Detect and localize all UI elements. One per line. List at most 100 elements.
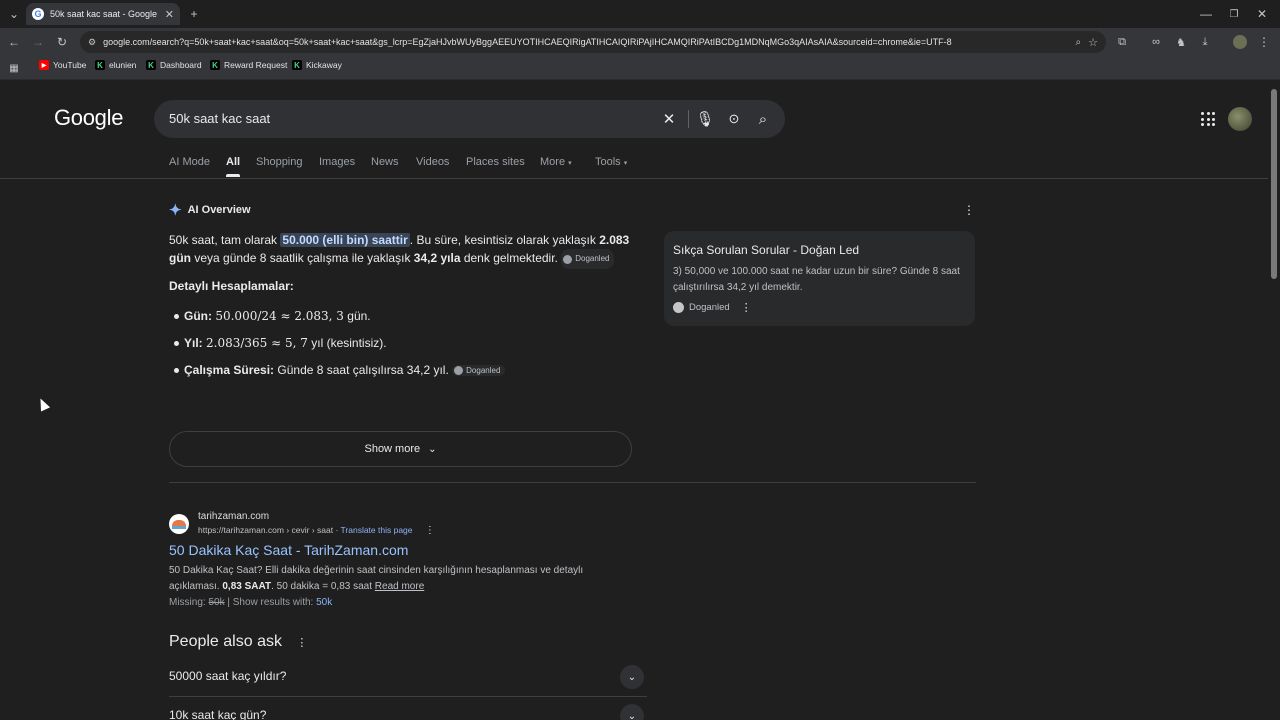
missing-label: Missing: bbox=[169, 597, 206, 608]
zoom-icon[interactable]: ⌕ bbox=[1076, 37, 1082, 48]
result-menu-icon[interactable]: ⋮ bbox=[425, 525, 435, 536]
tab-shopping[interactable]: Shopping bbox=[256, 156, 303, 168]
chevron-down-icon[interactable]: ⌄ bbox=[620, 704, 644, 720]
tab-more[interactable]: More ▾ bbox=[540, 156, 572, 168]
source-favicon-icon bbox=[673, 302, 684, 313]
paa-question-label: 50000 saat kaç yıldır? bbox=[169, 669, 287, 683]
source-card-title[interactable]: Sıkça Sorulan Sorular - Doğan Led bbox=[673, 243, 859, 257]
bullet-dot bbox=[174, 341, 179, 347]
back-icon[interactable]: ← bbox=[4, 32, 24, 52]
bullet-label: Yıl: bbox=[184, 336, 203, 350]
bullet-text: yıl (kesintisiz). bbox=[307, 336, 387, 350]
restore-icon[interactable]: ❐ bbox=[1224, 4, 1244, 24]
source-card-site: Doganled bbox=[689, 302, 730, 313]
source-favicon-icon bbox=[563, 254, 573, 264]
reload-icon[interactable]: ↻ bbox=[52, 32, 72, 52]
result-site-name[interactable]: tarihzaman.com bbox=[198, 511, 269, 522]
close-window-icon[interactable]: ✕ bbox=[1252, 4, 1272, 24]
show-more-button[interactable]: Show more ⌄ bbox=[169, 431, 632, 467]
paa-question[interactable]: 10k saat kaç gün? ⌄ bbox=[169, 698, 647, 720]
caret-down-icon: ▾ bbox=[623, 160, 628, 167]
bookmark-label: Reward Request bbox=[224, 60, 288, 70]
lens-camera-icon[interactable]: ⊙ bbox=[724, 109, 744, 129]
clear-icon[interactable]: ✕ bbox=[659, 109, 679, 129]
tab-images[interactable]: Images bbox=[319, 156, 355, 168]
missing-term: 50k bbox=[208, 597, 225, 608]
summary-highlight: 50.000 (elli bin) saattir bbox=[280, 233, 410, 247]
bookmark-dashboard[interactable]: K Dashboard bbox=[146, 60, 202, 70]
tab-all[interactable]: All bbox=[226, 156, 241, 177]
bullet-dot bbox=[174, 368, 179, 374]
bullet-math: 2.083/365 ≈ 5, 7 bbox=[206, 336, 308, 350]
sparkle-icon: ✦ bbox=[169, 202, 182, 219]
bookmark-star-icon[interactable]: ☆ bbox=[1088, 36, 1098, 49]
k-icon: K bbox=[292, 60, 302, 70]
source-card-snippet: 3) 50,000 ve 100.000 saat ne kadar uzun … bbox=[673, 266, 960, 293]
source-chip[interactable]: Doganled bbox=[561, 249, 615, 269]
show-results-with-link[interactable]: 50k bbox=[316, 597, 332, 608]
tab-places-sites[interactable]: Places sites bbox=[466, 156, 525, 168]
google-favicon-icon: G bbox=[32, 8, 44, 20]
bookmark-label: elunien bbox=[109, 60, 137, 70]
read-more-link[interactable]: Read more bbox=[375, 581, 424, 592]
paa-menu-icon[interactable]: ⋮ bbox=[296, 637, 307, 649]
bookmark-kickaway[interactable]: K Kickaway bbox=[292, 60, 342, 70]
chevron-down-icon[interactable]: ⌄ bbox=[620, 665, 644, 689]
k-icon: K bbox=[146, 60, 156, 70]
source-card-menu-icon[interactable]: ⋮ bbox=[741, 301, 752, 314]
minimize-icon[interactable]: — bbox=[1196, 4, 1216, 24]
google-apps-icon[interactable] bbox=[1201, 112, 1215, 126]
extension-puzzle-icon[interactable]: ♞ bbox=[1171, 32, 1191, 52]
paa-question[interactable]: 50000 saat kaç yıldır? ⌄ bbox=[169, 659, 647, 697]
bookmark-youtube[interactable]: ▶ YouTube bbox=[39, 60, 86, 70]
source-favicon-icon bbox=[454, 366, 464, 376]
bookmark-reward-request[interactable]: K Reward Request bbox=[210, 60, 287, 70]
forward-icon[interactable]: → bbox=[28, 32, 48, 52]
site-info-icon[interactable]: ⚙ bbox=[88, 37, 96, 48]
new-tab-icon[interactable]: + bbox=[184, 4, 204, 24]
apps-grid-icon[interactable]: ▦ bbox=[4, 58, 24, 78]
result-url[interactable]: https://tarihzaman.com › cevir › saat bbox=[198, 525, 333, 535]
tab-tools[interactable]: Tools ▾ bbox=[595, 156, 627, 168]
people-also-ask-heading: People also ask ⋮ bbox=[169, 633, 307, 651]
tab-videos[interactable]: Videos bbox=[416, 156, 449, 168]
account-avatar[interactable] bbox=[1228, 107, 1252, 131]
summary-text: 50k saat, tam olarak bbox=[169, 233, 281, 247]
google-logo[interactable]: Google bbox=[54, 105, 123, 131]
search-input[interactable]: 50k saat kac saat bbox=[169, 111, 270, 126]
search-box[interactable]: 50k saat kac saat ✕ 🎙 ⊙ ⌕ bbox=[154, 100, 785, 138]
link-icon[interactable]: ∞ bbox=[1146, 32, 1166, 52]
close-tab-icon[interactable]: ✕ bbox=[165, 8, 174, 21]
ai-overview-title: AI Overview bbox=[187, 204, 251, 216]
site-favicon-icon bbox=[169, 514, 189, 534]
source-card[interactable]: Sıkça Sorulan Sorular - Doğan Led 3) 50,… bbox=[664, 231, 975, 326]
microphone-icon[interactable]: 🎙 bbox=[695, 109, 715, 129]
extensions-icon[interactable]: ⧉ bbox=[1112, 32, 1132, 52]
tab-tools-label: Tools bbox=[595, 156, 621, 168]
search-divider bbox=[688, 110, 689, 128]
address-bar[interactable]: ⚙ google.com/search?q=50k+saat+kac+saat&… bbox=[80, 31, 1106, 53]
bookmark-elunien[interactable]: K elunien bbox=[95, 60, 136, 70]
browser-tab[interactable]: G 50k saat kac saat - Google Search ✕ bbox=[26, 3, 180, 25]
tab-news[interactable]: News bbox=[371, 156, 399, 168]
search-icon[interactable]: ⌕ bbox=[753, 109, 773, 129]
url-text[interactable]: google.com/search?q=50k+saat+kac+saat&oq… bbox=[103, 37, 1068, 47]
search-results-page: Google 50k saat kac saat ✕ 🎙 ⊙ ⌕ AI Mode… bbox=[0, 81, 1268, 720]
bullet-dot bbox=[174, 314, 179, 320]
result-title-link[interactable]: 50 Dakika Kaç Saat - TarihZaman.com bbox=[169, 542, 408, 558]
show-more-label: Show more bbox=[364, 443, 421, 455]
summary-text: . Bu süre, kesintisiz olarak yaklaşık bbox=[409, 233, 600, 247]
download-icon[interactable]: ⤓ bbox=[1195, 32, 1215, 52]
menu-icon[interactable]: ⋮ bbox=[1254, 32, 1274, 52]
list-item: Yıl: 2.083/365 ≈ 5, 7 yıl (kesintisiz). bbox=[174, 336, 387, 350]
translate-link[interactable]: Translate this page bbox=[341, 525, 413, 535]
profile-avatar[interactable] bbox=[1230, 32, 1250, 52]
tab-ai-mode[interactable]: AI Mode bbox=[169, 156, 210, 168]
scrollbar-thumb[interactable] bbox=[1271, 89, 1277, 279]
snippet-text: . 50 dakika = 0,83 saat bbox=[271, 581, 372, 592]
page-scrollbar[interactable] bbox=[1268, 81, 1280, 720]
ai-overview-menu-icon[interactable]: ⋮ bbox=[963, 203, 975, 217]
source-chip[interactable]: Doganled bbox=[452, 365, 506, 377]
bookmark-label: Dashboard bbox=[160, 60, 202, 70]
tab-search-icon[interactable]: ⌄ bbox=[4, 4, 24, 24]
